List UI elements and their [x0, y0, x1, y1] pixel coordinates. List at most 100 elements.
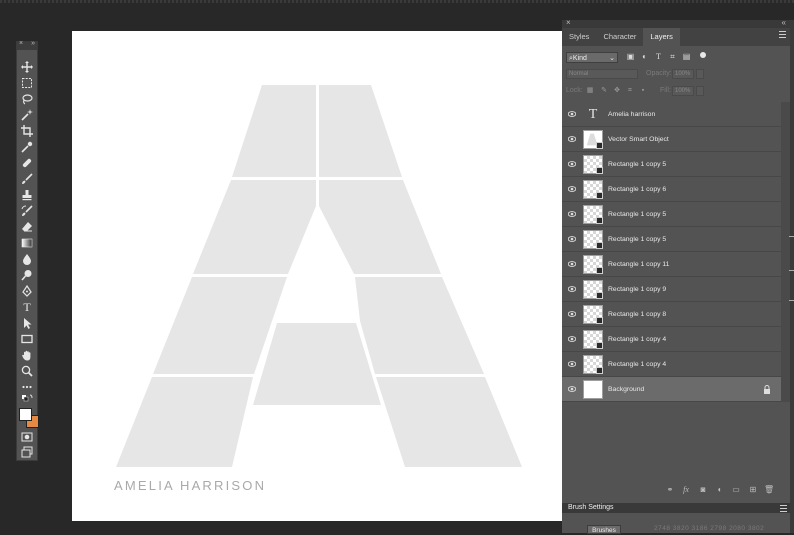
expand-icon[interactable]: » [31, 40, 35, 47]
visibility-eye-icon[interactable] [568, 285, 576, 293]
panel-menu-icon[interactable] [779, 31, 786, 40]
layer-row-background[interactable]: Background [562, 377, 781, 402]
lock-position-icon[interactable]: ✥ [613, 87, 621, 95]
lock-icon[interactable] [763, 385, 771, 394]
fx-icon[interactable]: fx [681, 485, 691, 495]
lock-pixels-icon[interactable]: ✎ [600, 87, 608, 95]
opacity-input[interactable]: 100% [672, 69, 694, 79]
gradient-tool-icon[interactable] [19, 236, 35, 250]
layer-row[interactable]: Rectangle 1 copy 5 [562, 227, 781, 252]
add-mask-icon[interactable]: ◙ [698, 485, 708, 495]
lock-all-icon[interactable]: ▪ [639, 87, 647, 95]
layer-row[interactable]: T Amelia harrison [562, 102, 781, 127]
pen-tool-icon[interactable] [19, 284, 35, 298]
default-colors-icon[interactable] [19, 394, 35, 404]
filter-kind-select[interactable]: ⌕Kind ⌄ [566, 52, 618, 63]
tab-character[interactable]: Character [596, 28, 643, 46]
lock-row: Lock: ▦ ✎ ✥ ⌗ ▪ Fill: 100% [562, 83, 790, 99]
layer-row[interactable]: Rectangle 1 copy 11 [562, 252, 781, 277]
new-layer-icon[interactable]: ⊞ [748, 485, 758, 495]
layer-row[interactable]: Rectangle 1 copy 9 [562, 277, 781, 302]
close-icon[interactable]: × [19, 40, 23, 47]
brush-preset-sizes: 2748 3820 3186 2798 2080 3802 [654, 525, 765, 532]
type-tool-icon[interactable]: T [19, 300, 35, 314]
crop-tool-icon[interactable] [19, 124, 35, 138]
history-brush-tool-icon[interactable] [19, 204, 35, 218]
quick-mask-icon[interactable] [19, 430, 35, 444]
clone-stamp-tool-icon[interactable] [19, 188, 35, 202]
link-layers-icon[interactable]: ⚭ [665, 485, 675, 495]
visibility-eye-icon[interactable] [568, 135, 576, 143]
new-group-icon[interactable]: ▭ [731, 485, 741, 495]
brush-settings-title[interactable]: Brush Settings [568, 504, 614, 511]
close-icon[interactable]: × [566, 18, 571, 27]
tab-layers[interactable]: Layers [643, 28, 680, 46]
dodge-tool-icon[interactable] [19, 268, 35, 282]
panel-header-bar[interactable]: × « [562, 18, 790, 28]
layer-row[interactable]: Rectangle 1 copy 5 [562, 152, 781, 177]
shape-filter-icon[interactable]: ⌗ [668, 52, 677, 61]
visibility-eye-icon[interactable] [568, 210, 576, 218]
panel-tabs: Styles Character Layers [562, 28, 790, 46]
hand-tool-icon[interactable] [19, 348, 35, 362]
eraser-tool-icon[interactable] [19, 220, 35, 234]
eyedropper-tool-icon[interactable] [19, 140, 35, 154]
lasso-tool-icon[interactable] [19, 92, 35, 106]
foreground-color-swatch[interactable] [19, 408, 32, 421]
lock-artboard-icon[interactable]: ⌗ [626, 87, 634, 95]
visibility-eye-icon[interactable] [568, 260, 576, 268]
type-filter-icon[interactable]: T [654, 52, 663, 61]
layer-row[interactable]: Rectangle 1 copy 6 [562, 177, 781, 202]
pixel-filter-icon[interactable]: ▣ [626, 52, 635, 61]
opacity-chevron-icon[interactable] [696, 69, 704, 79]
brush-panel-menu-icon[interactable] [780, 505, 787, 514]
layer-thumbnail [583, 230, 603, 249]
visibility-eye-icon[interactable] [568, 185, 576, 193]
brush-tool-icon[interactable] [19, 172, 35, 186]
layer-row[interactable]: Rectangle 1 copy 4 [562, 327, 781, 352]
clip-badge-icon [596, 242, 603, 249]
visibility-eye-icon[interactable] [568, 335, 576, 343]
layer-list-scrollbar[interactable] [781, 102, 790, 402]
visibility-eye-icon[interactable] [568, 235, 576, 243]
blend-mode-select[interactable]: Normal [566, 69, 638, 79]
layer-name: Rectangle 1 copy 5 [608, 236, 667, 243]
layers-footer: ⚭ fx ◙ ◐ ▭ ⊞ 🗑 [562, 483, 790, 497]
filter-toggle-icon[interactable] [700, 52, 706, 58]
layer-row[interactable]: Rectangle 1 copy 4 [562, 352, 781, 377]
tools-panel-header[interactable]: × » [17, 40, 37, 50]
layer-list: T Amelia harrison Vector Smart Object Re… [562, 102, 790, 402]
layer-row[interactable]: Vector Smart Object [562, 127, 781, 152]
visibility-eye-icon[interactable] [568, 110, 576, 118]
collapse-icon[interactable]: « [782, 18, 786, 27]
more-tools-icon[interactable] [19, 380, 35, 394]
rectangle-tool-icon[interactable] [19, 332, 35, 346]
zoom-tool-icon[interactable] [19, 364, 35, 378]
layer-thumbnail [583, 180, 603, 199]
adjustment-filter-icon[interactable]: ◐ [640, 52, 649, 61]
fill-input[interactable]: 100% [672, 86, 694, 96]
clip-badge-icon [596, 217, 603, 224]
visibility-eye-icon[interactable] [568, 160, 576, 168]
visibility-eye-icon[interactable] [568, 385, 576, 393]
layer-row[interactable]: Rectangle 1 copy 8 [562, 302, 781, 327]
layer-thumbnail [583, 205, 603, 224]
marquee-tool-icon[interactable] [19, 76, 35, 90]
healing-brush-tool-icon[interactable] [19, 156, 35, 170]
lock-transparency-icon[interactable]: ▦ [586, 87, 594, 95]
visibility-eye-icon[interactable] [568, 360, 576, 368]
screen-mode-icon[interactable] [19, 445, 35, 459]
layer-row[interactable]: Rectangle 1 copy 5 [562, 202, 781, 227]
blur-tool-icon[interactable] [19, 252, 35, 266]
layer-name: Vector Smart Object [608, 136, 669, 143]
smart-object-filter-icon[interactable]: ▤ [682, 52, 691, 61]
adjustment-layer-icon[interactable]: ◐ [715, 485, 725, 495]
move-tool-icon[interactable] [19, 60, 35, 74]
quick-selection-tool-icon[interactable] [19, 108, 35, 122]
delete-layer-icon[interactable]: 🗑 [764, 485, 774, 495]
document-canvas[interactable]: AMELIA HARRISON [72, 31, 562, 521]
visibility-eye-icon[interactable] [568, 310, 576, 318]
path-selection-tool-icon[interactable] [19, 316, 35, 330]
fill-chevron-icon[interactable] [696, 86, 704, 96]
tab-styles[interactable]: Styles [562, 28, 596, 46]
